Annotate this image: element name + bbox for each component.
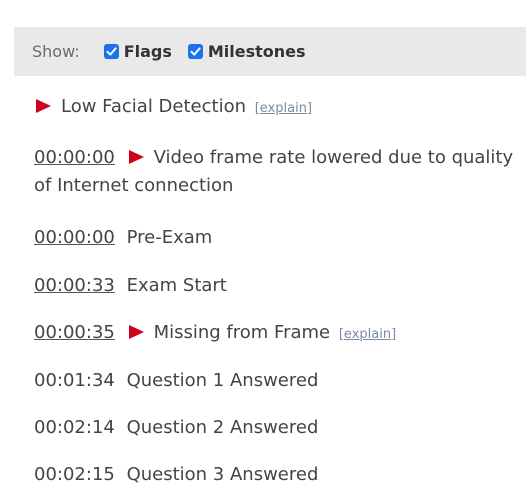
event-item: 00:00:35 Missing from Frame [explain] xyxy=(34,319,396,349)
timestamp: 00:02:14 xyxy=(34,417,115,438)
event-item: 00:00:33 Exam Start xyxy=(34,272,227,300)
timestamp: 00:02:15 xyxy=(34,464,115,485)
milestones-checkbox[interactable] xyxy=(187,44,203,59)
checkmark-icon xyxy=(106,47,117,56)
red-flag-icon xyxy=(128,325,144,339)
timestamp: 00:01:34 xyxy=(34,370,115,391)
event-item: 00:02:15 Question 3 Answered xyxy=(34,461,318,489)
flags-label: Flags xyxy=(123,42,172,61)
timestamp-link[interactable]: 00:00:35 xyxy=(34,322,115,343)
milestones-filter-toggle[interactable]: Milestones xyxy=(187,42,306,61)
event-item: 00:01:34 Question 1 Answered xyxy=(34,367,318,395)
event-item: Low Facial Detection [explain] xyxy=(34,93,312,123)
red-flag-icon xyxy=(36,99,51,113)
event-text: Exam Start xyxy=(126,275,227,296)
filter-bar: Show: Flags Milestones xyxy=(14,27,526,76)
explain-link[interactable]: [explain] xyxy=(339,327,396,342)
flags-checkbox[interactable] xyxy=(103,44,119,59)
event-text: Low Facial Detection xyxy=(61,96,246,117)
event-text: Missing from Frame xyxy=(153,322,331,343)
event-text: Question 3 Answered xyxy=(126,464,319,485)
red-flag-icon xyxy=(128,150,144,164)
milestones-label: Milestones xyxy=(207,42,306,61)
event-text: Question 2 Answered xyxy=(126,417,319,438)
session-events-panel: Show: Flags Milestones Low Facial Detect… xyxy=(14,27,526,501)
flags-filter-toggle[interactable]: Flags xyxy=(103,42,172,61)
timestamp-link[interactable]: 00:00:00 xyxy=(34,227,115,248)
event-text: Question 1 Answered xyxy=(126,370,319,391)
event-item: 00:02:14 Question 2 Answered xyxy=(34,414,318,442)
event-item: 00:00:00 Pre-Exam xyxy=(34,224,212,252)
checkmark-icon xyxy=(190,47,201,56)
explain-link[interactable]: [explain] xyxy=(255,101,312,116)
event-text: Pre-Exam xyxy=(126,227,213,248)
timestamp-link[interactable]: 00:00:00 xyxy=(34,147,115,168)
event-item: 00:00:00 Video frame rate lowered due to… xyxy=(34,144,514,200)
timestamp-link[interactable]: 00:00:33 xyxy=(34,275,115,296)
show-label: Show: xyxy=(32,42,80,61)
